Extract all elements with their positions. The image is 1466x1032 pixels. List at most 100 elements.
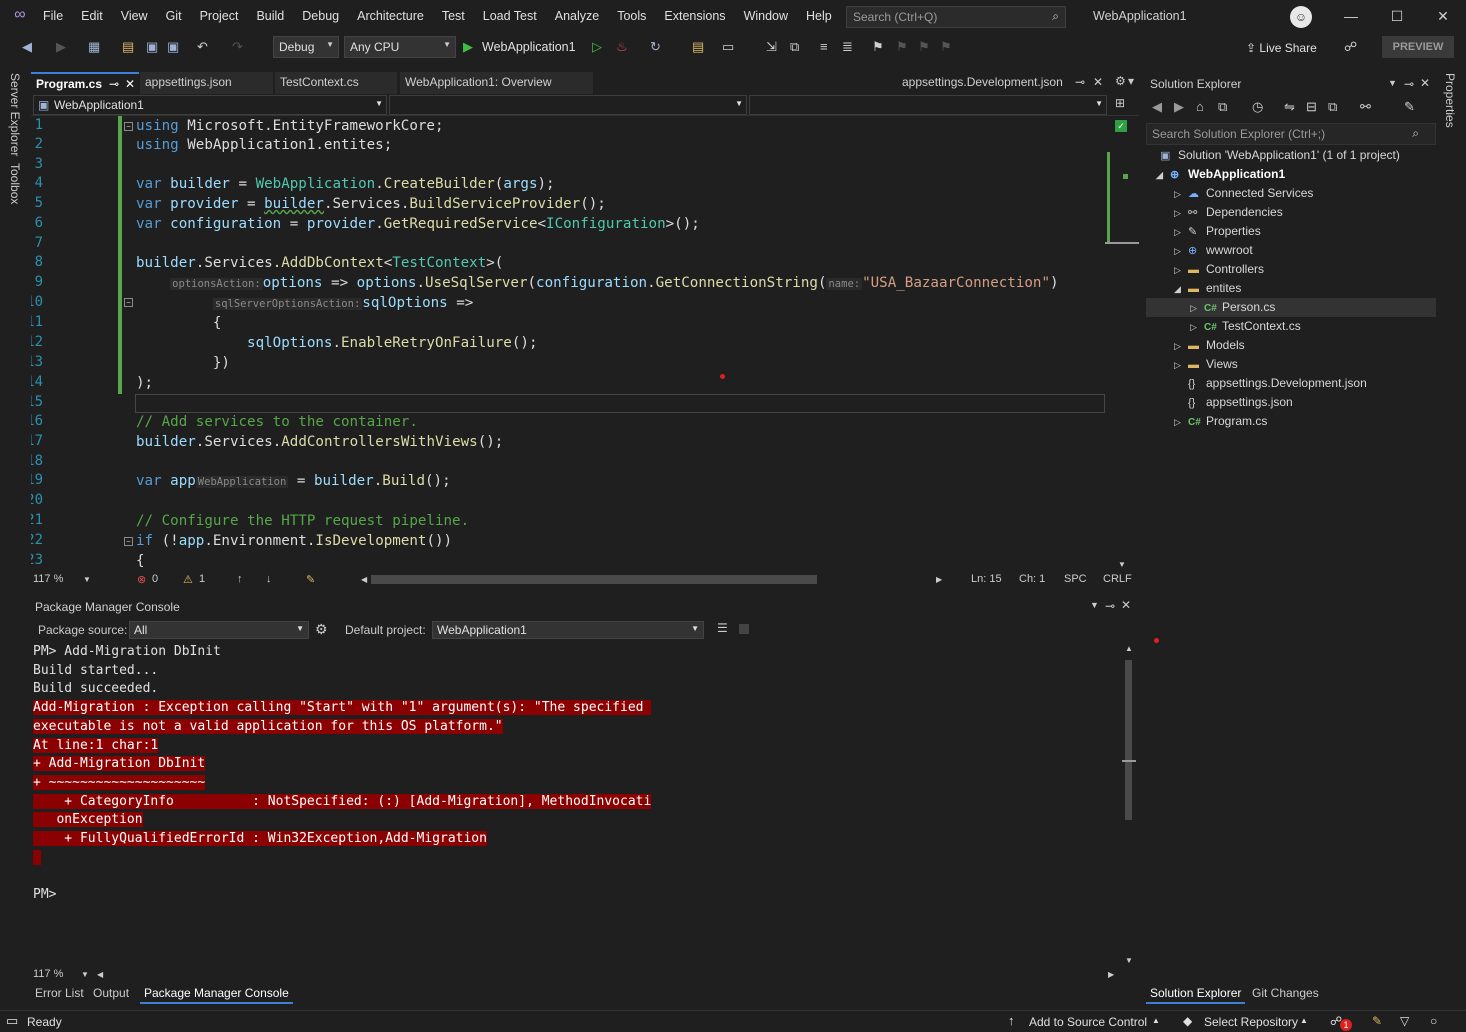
scroll-right-icon[interactable]: ▶ bbox=[936, 575, 942, 584]
avatar[interactable]: ☺ bbox=[1290, 6, 1312, 28]
redo-icon[interactable]: ↷ bbox=[232, 39, 243, 55]
undo-icon[interactable]: ↶ bbox=[197, 39, 208, 55]
tree-item[interactable]: ◢ ▬ entites bbox=[1174, 279, 1241, 298]
brush-icon[interactable]: ✎ bbox=[1372, 1014, 1382, 1028]
menu-item-build[interactable]: Build bbox=[247, 0, 293, 33]
chevron-right-icon[interactable]: ▷ bbox=[1174, 261, 1188, 280]
tab-solution-explorer[interactable]: Solution Explorer bbox=[1146, 984, 1246, 1004]
tab-output[interactable]: Output bbox=[89, 984, 133, 1002]
whitespace-indicator[interactable]: SPC bbox=[1064, 573, 1087, 585]
chevron-down-icon[interactable]: ▼ bbox=[83, 575, 91, 584]
menu-item-extensions[interactable]: Extensions bbox=[655, 0, 734, 33]
back-icon[interactable]: ◀ bbox=[1152, 99, 1162, 115]
sync-icon[interactable]: ⇋ bbox=[1284, 99, 1295, 115]
add-to-source-control-button[interactable]: Add to Source Control bbox=[1029, 1015, 1147, 1029]
chevron-right-icon[interactable]: ▷ bbox=[1190, 299, 1204, 318]
menu-item-project[interactable]: Project bbox=[191, 0, 248, 33]
close-icon[interactable]: ✕ bbox=[1121, 598, 1131, 612]
save-icon[interactable]: ▣ bbox=[146, 39, 158, 55]
arrow-down-icon[interactable]: ↓ bbox=[266, 573, 272, 585]
bookmark-icon[interactable]: ⚑ bbox=[872, 39, 884, 55]
chevron-down-icon[interactable]: ▼ bbox=[1388, 78, 1397, 88]
tree-solution[interactable]: ▣ Solution 'WebApplication1' (1 of 1 proj… bbox=[1160, 146, 1400, 165]
refresh-icon[interactable]: ↻ bbox=[650, 39, 661, 55]
live-share-button[interactable]: ⇪ Live Share bbox=[1246, 41, 1317, 55]
console-zoom[interactable]: 117 % bbox=[33, 968, 63, 980]
menu-item-file[interactable]: File bbox=[34, 0, 72, 33]
save-all-icon[interactable]: ▣ bbox=[167, 39, 179, 55]
chevron-down-icon[interactable]: ◢ bbox=[1156, 166, 1170, 185]
split-icon[interactable]: ⊞ bbox=[1115, 96, 1125, 110]
scroll-down-icon[interactable]: ▼ bbox=[1118, 560, 1126, 569]
horizontal-scrollbar[interactable] bbox=[371, 575, 817, 584]
fold-icon[interactable]: − bbox=[124, 537, 133, 546]
tab-program-cs[interactable]: Program.cs ⊸ ✕ bbox=[31, 72, 139, 94]
forward-icon[interactable]: ▶ bbox=[56, 39, 66, 55]
circle-icon[interactable]: ○ bbox=[1430, 1014, 1437, 1028]
zoom-level[interactable]: 117 % bbox=[33, 573, 63, 585]
chevron-right-icon[interactable]: ▷ bbox=[1174, 185, 1188, 204]
comment-icon[interactable]: ≡ bbox=[820, 39, 828, 54]
code-editor[interactable]: 1234567891011121314151617181920212223 − … bbox=[31, 116, 1139, 571]
solution-config-dropdown[interactable]: Debug ▼ bbox=[273, 36, 339, 58]
package-source-dropdown[interactable]: All ▼ bbox=[129, 621, 309, 639]
chevron-right-icon[interactable]: ▷ bbox=[1174, 204, 1188, 223]
solution-explorer-search[interactable]: Search Solution Explorer (Ctrl+;) ⌕ bbox=[1146, 123, 1436, 145]
chevron-right-icon[interactable]: ▷ bbox=[1174, 356, 1188, 375]
console-scrollbar[interactable]: ▲ ▼ bbox=[1122, 642, 1136, 967]
forward-icon[interactable]: ▶ bbox=[1174, 99, 1184, 115]
menu-item-tools[interactable]: Tools bbox=[608, 0, 655, 33]
menu-item-load-test[interactable]: Load Test bbox=[474, 0, 546, 33]
close-tab-icon[interactable]: ✕ bbox=[125, 74, 135, 94]
fold-icon[interactable]: − bbox=[124, 122, 133, 131]
tree-item[interactable]: ▷ ✎ Properties bbox=[1174, 222, 1261, 241]
prev-bookmark-icon[interactable]: ⚑ bbox=[896, 39, 908, 55]
pin-icon[interactable]: ⊸ bbox=[109, 74, 119, 94]
hot-reload-icon[interactable]: ♨ bbox=[616, 39, 628, 55]
chevron-up-icon[interactable]: ▲ bbox=[1152, 1016, 1160, 1025]
tab-git-changes[interactable]: Git Changes bbox=[1248, 984, 1323, 1002]
tree-item[interactable]: ▷ C# Person.cs bbox=[1190, 298, 1275, 317]
member-dropdown[interactable]: ▼ bbox=[749, 95, 1107, 115]
chevron-down-icon[interactable]: ▼ bbox=[81, 970, 89, 979]
menu-item-edit[interactable]: Edit bbox=[72, 0, 112, 33]
scroll-left-icon[interactable]: ◀ bbox=[97, 970, 103, 979]
tree-item[interactable]: ▷ ⚯ Dependencies bbox=[1174, 203, 1283, 222]
type-dropdown[interactable]: ▼ bbox=[389, 95, 747, 115]
editor-scrollbar[interactable]: ✓ ▼ bbox=[1105, 116, 1139, 571]
tab-appsettings-development-json[interactable]: appsettings.Development.json ⊸ ✕ bbox=[897, 72, 1107, 94]
tree-item[interactable]: {} appsettings.Development.json bbox=[1174, 374, 1367, 393]
search-input[interactable]: Search (Ctrl+Q) ⌕ bbox=[846, 6, 1066, 28]
browser-link-icon[interactable]: ▤ bbox=[692, 39, 704, 55]
tab-error-list[interactable]: Error List bbox=[31, 984, 88, 1002]
menu-item-help[interactable]: Help bbox=[797, 0, 841, 33]
open-folder-icon[interactable]: ▤ bbox=[122, 39, 134, 55]
scroll-left-icon[interactable]: ◀ bbox=[361, 575, 367, 584]
menu-item-analyze[interactable]: Analyze bbox=[546, 0, 608, 33]
feedback-icon[interactable]: ☍ bbox=[1344, 39, 1357, 55]
console-output[interactable]: PM> Add-Migration DbInit Build started...… bbox=[31, 642, 1121, 967]
menu-item-debug[interactable]: Debug bbox=[293, 0, 348, 33]
layout-icon[interactable]: ▭ bbox=[722, 39, 734, 55]
clear-console-icon[interactable]: ☰ bbox=[717, 621, 728, 635]
filter-icon[interactable]: ⚯ bbox=[1360, 99, 1371, 115]
back-icon[interactable]: ◀ bbox=[22, 39, 32, 55]
server-explorer-tab[interactable]: Server Explorer bbox=[8, 73, 22, 156]
show-all-files-icon[interactable]: ⧉ bbox=[1328, 99, 1337, 115]
chevron-right-icon[interactable]: ▷ bbox=[1174, 337, 1188, 356]
tab-testcontext-cs[interactable]: TestContext.cs bbox=[275, 72, 397, 94]
code-area[interactable]: using Microsoft.EntityFrameworkCore; usi… bbox=[136, 116, 1106, 571]
collapse-all-icon[interactable]: ⊟ bbox=[1306, 99, 1317, 115]
menu-item-git[interactable]: Git bbox=[157, 0, 191, 33]
tab-overview[interactable]: WebApplication1: Overview bbox=[400, 72, 593, 94]
chevron-down-icon[interactable]: ◢ bbox=[1174, 280, 1188, 299]
scroll-down-icon[interactable]: ▼ bbox=[1125, 956, 1133, 965]
chevron-down-icon[interactable]: ▼ bbox=[1090, 600, 1099, 610]
run-without-debug-icon[interactable]: ▷ bbox=[592, 39, 602, 55]
filter-icon[interactable]: ▽ bbox=[1400, 1014, 1409, 1028]
chevron-right-icon[interactable]: ▷ bbox=[1174, 223, 1188, 242]
error-count[interactable]: 0 bbox=[152, 573, 158, 585]
menu-item-view[interactable]: View bbox=[112, 0, 157, 33]
attach-icon[interactable]: ⧉ bbox=[790, 39, 799, 55]
stop-icon[interactable] bbox=[739, 624, 749, 634]
